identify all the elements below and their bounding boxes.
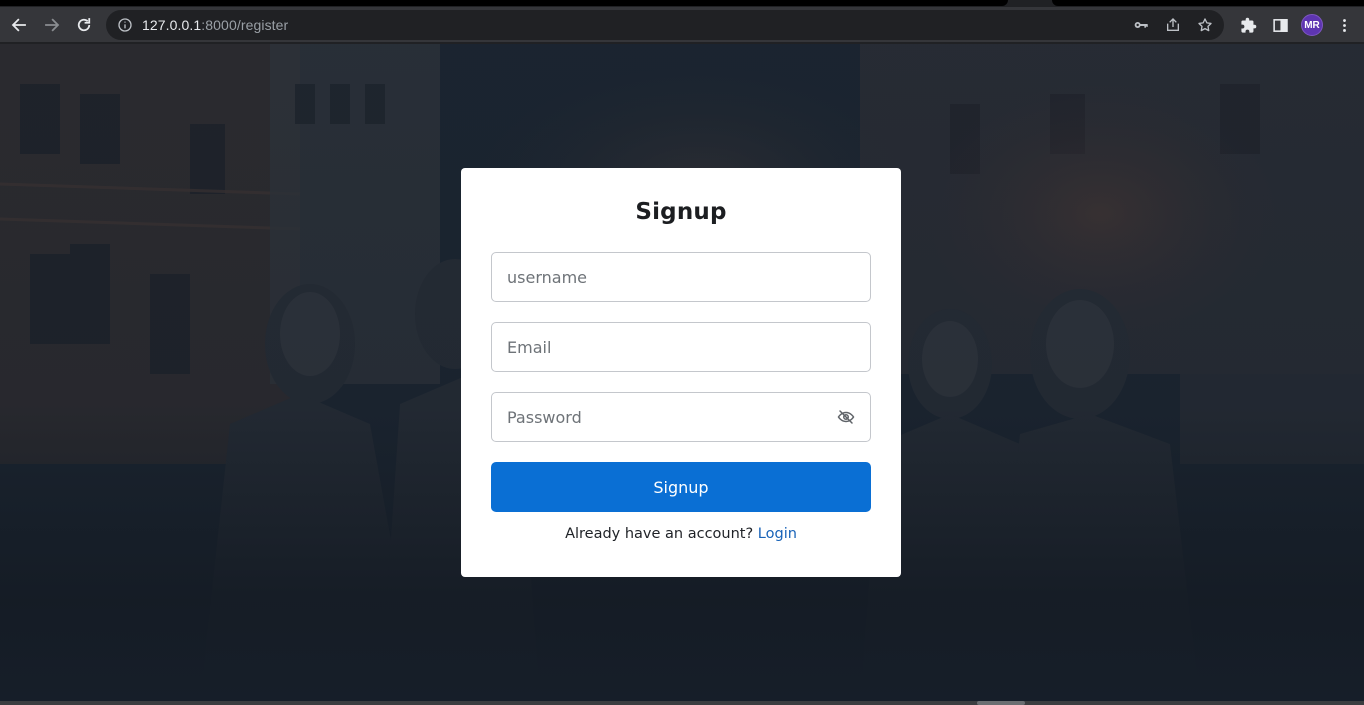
email-input[interactable]	[492, 323, 870, 371]
extensions-button[interactable]	[1232, 9, 1264, 41]
tab-strip-segment	[0, 0, 1008, 6]
url-path: :8000/register	[201, 17, 289, 33]
url-text[interactable]: 127.0.0.1:8000/register	[142, 17, 288, 33]
key-icon[interactable]	[1128, 12, 1154, 38]
page-title: Signup	[635, 199, 727, 225]
browser-right-tools: MR	[1232, 9, 1360, 41]
forward-button[interactable]	[36, 9, 68, 41]
signup-button[interactable]: Signup	[491, 462, 871, 512]
browser-toolbar: 127.0.0.1:8000/register MR	[0, 7, 1364, 43]
address-bar[interactable]: 127.0.0.1:8000/register	[106, 10, 1224, 40]
address-bar-actions	[1128, 10, 1218, 40]
reload-icon	[77, 18, 91, 32]
back-button[interactable]	[3, 9, 35, 41]
profile-button[interactable]: MR	[1296, 9, 1328, 41]
username-input[interactable]	[492, 253, 870, 301]
browser-menu-button[interactable]	[1328, 9, 1360, 41]
scrollbar-thumb[interactable]	[977, 701, 1025, 705]
password-field-wrapper	[491, 392, 871, 442]
page-viewport: Signup Signup Already have an account? L…	[0, 44, 1364, 701]
horizontal-scrollbar[interactable]	[0, 701, 1364, 705]
tab-strip	[0, 0, 1364, 7]
star-icon[interactable]	[1192, 12, 1218, 38]
username-field-wrapper	[491, 252, 871, 302]
avatar: MR	[1301, 14, 1323, 36]
email-field-wrapper	[491, 322, 871, 372]
eye-off-icon[interactable]	[837, 408, 855, 426]
share-icon[interactable]	[1160, 12, 1186, 38]
signup-card: Signup Signup Already have an account? L…	[461, 168, 901, 577]
kebab-menu-icon	[1342, 18, 1346, 32]
tab-strip-segment	[1052, 0, 1364, 6]
puzzle-icon	[1240, 17, 1256, 33]
arrow-left-icon	[11, 18, 26, 32]
side-panel-button[interactable]	[1264, 9, 1296, 41]
login-link[interactable]: Login	[758, 526, 797, 542]
login-prompt: Already have an account? Login	[461, 526, 901, 542]
reload-button[interactable]	[68, 9, 100, 41]
info-icon[interactable]	[117, 17, 133, 33]
side-panel-icon	[1272, 18, 1288, 32]
url-host: 127.0.0.1	[142, 17, 202, 33]
password-input[interactable]	[492, 393, 870, 441]
arrow-right-icon	[45, 18, 60, 32]
login-prompt-text: Already have an account?	[565, 526, 758, 542]
